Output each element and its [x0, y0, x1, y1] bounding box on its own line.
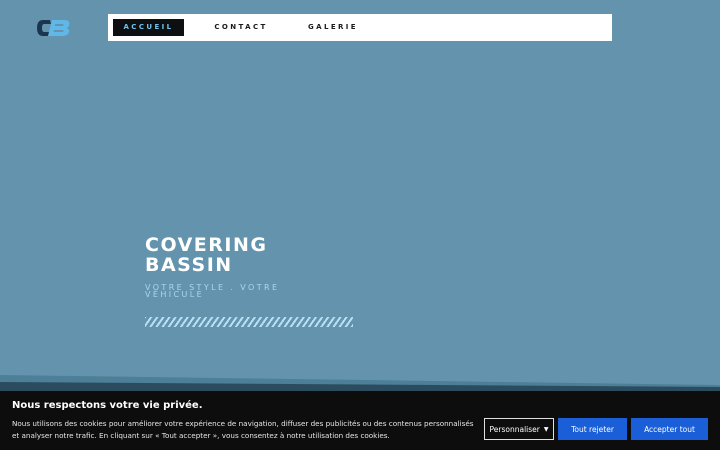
cookie-banner-text: Nous utilisons des cookies pour améliore… [12, 419, 474, 440]
caret-down-icon: ▼ [543, 425, 549, 433]
cb-logo-icon[interactable] [34, 17, 74, 39]
reject-all-button[interactable]: Tout rejeter [558, 418, 627, 440]
decorative-stripes [145, 317, 353, 327]
customize-button[interactable]: Personnaliser ▼ [484, 418, 554, 440]
main-navigation: Accueil Contact Galerie [108, 14, 612, 41]
hero-subtitle: Votre style . Votre véhicule [145, 283, 280, 299]
nav-item-contact[interactable]: Contact [208, 19, 274, 36]
hero-title: COVERING BASSIN [145, 234, 268, 276]
nav-item-accueil[interactable]: Accueil [113, 19, 184, 36]
customize-button-label: Personnaliser [489, 424, 540, 434]
nav-item-galerie[interactable]: Galerie [300, 19, 366, 36]
cookie-banner-title: Nous respectons votre vie privée. [12, 400, 203, 411]
cookie-banner: Nous respectons votre vie privée. Nous u… [0, 391, 720, 450]
accept-all-button[interactable]: Accepter tout [631, 418, 708, 440]
